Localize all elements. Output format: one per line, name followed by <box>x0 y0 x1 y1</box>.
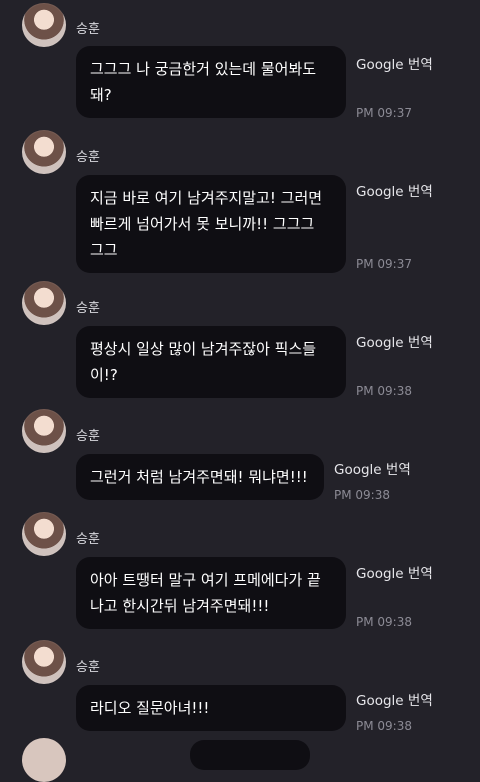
message-bubble[interactable]: 라디오 질문아녀!!! <box>76 685 346 731</box>
google-translate-link[interactable]: Google 번역 <box>356 180 433 200</box>
sender-name: 승훈 <box>76 532 100 547</box>
message-time: PM 09:37 <box>356 106 412 120</box>
message-time: PM 09:38 <box>356 615 412 629</box>
sender-name: 승훈 <box>76 301 100 316</box>
avatar[interactable] <box>22 281 66 325</box>
google-translate-link[interactable]: Google 번역 <box>356 689 433 709</box>
avatar[interactable] <box>22 640 66 684</box>
message-time: PM 09:38 <box>356 384 412 398</box>
sender-name: 승훈 <box>76 22 100 37</box>
message-bubble[interactable]: 그그그 나 궁금한거 있는데 물어봐도 돼? <box>76 46 346 118</box>
avatar[interactable] <box>22 738 66 782</box>
message-bubble[interactable]: 아아 트땡터 말구 여기 프메에다가 끝나고 한시간뒤 남겨주면돼!!! <box>76 557 346 629</box>
message-time: PM 09:38 <box>356 719 412 733</box>
sender-name: 승훈 <box>76 150 100 165</box>
sender-name: 승훈 <box>76 660 100 675</box>
google-translate-link[interactable]: Google 번역 <box>356 53 433 73</box>
message-time: PM 09:37 <box>356 257 412 271</box>
avatar[interactable] <box>22 409 66 453</box>
message-time: PM 09:38 <box>334 488 390 502</box>
message-bubble[interactable]: 그런거 처럼 남겨주면돼! 뭐냐면!!! <box>76 454 324 500</box>
message-bubble[interactable] <box>190 740 310 770</box>
google-translate-link[interactable]: Google 번역 <box>334 458 411 478</box>
avatar[interactable] <box>22 512 66 556</box>
google-translate-link[interactable]: Google 번역 <box>356 331 433 351</box>
message-bubble[interactable]: 지금 바로 여기 남겨주지말고! 그러면 빠르게 넘어가서 못 보니까!! 그그… <box>76 175 346 273</box>
sender-name: 승훈 <box>76 429 100 444</box>
avatar[interactable] <box>22 3 66 47</box>
google-translate-link[interactable]: Google 번역 <box>356 562 433 582</box>
message-bubble[interactable]: 평상시 일상 많이 남겨주잖아 픽스들이!? <box>76 326 346 398</box>
avatar[interactable] <box>22 130 66 174</box>
